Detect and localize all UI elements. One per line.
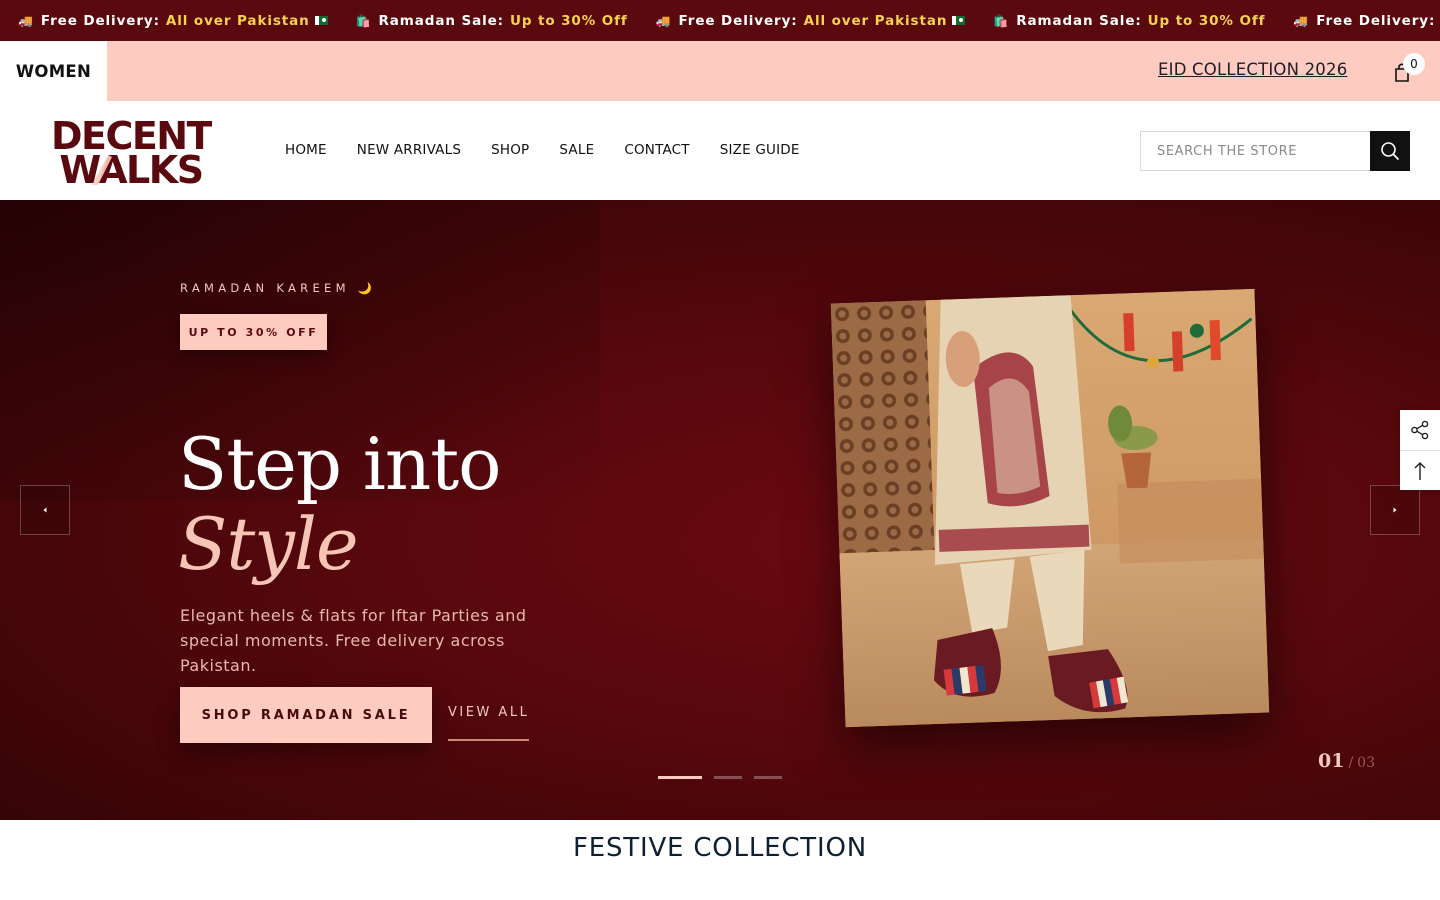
share-button[interactable] [1400, 410, 1440, 450]
announcement-label: Ramadan Sale: [378, 12, 504, 29]
announcement-label: Free Delivery: [678, 12, 798, 29]
search-icon [1381, 142, 1400, 161]
side-tools [1400, 410, 1440, 490]
search-box [1140, 131, 1410, 171]
nav-item-shop[interactable]: SHOP [491, 142, 529, 158]
pakistan-flag-icon [952, 16, 966, 25]
announcement-item: 🚚Free Delivery:All over Pakistan [1293, 13, 1440, 29]
hero-eyebrow: RAMADAN KAREEM 🌙 [180, 281, 377, 295]
announcement-label: Free Delivery: [1316, 12, 1436, 29]
announcement-item: 🚚 Free Delivery: All over Pakistan [18, 13, 328, 29]
nav-item-home[interactable]: HOME [285, 142, 327, 158]
chevron-right-icon [1393, 507, 1397, 513]
announcement-label: Free Delivery: [40, 12, 160, 29]
pakistan-flag-icon [314, 16, 328, 25]
site-header: DECENT WALKS HOME NEW ARRIVALS SHOP SALE CON… [0, 101, 1440, 200]
hero-subtext: Elegant heels & flats for Iftar Parties … [180, 606, 527, 675]
announcement-emoji: 🛍️ [355, 13, 372, 28]
announcement-highlight: All over Pakistan [803, 12, 948, 29]
slider-dots [658, 776, 782, 779]
announcement-highlight: Up to 30% Off [1147, 12, 1266, 29]
slide-separator: / [1348, 755, 1354, 771]
share-icon [1411, 420, 1429, 440]
slider-dot[interactable] [714, 776, 742, 779]
back-to-top-button[interactable] [1400, 450, 1440, 490]
announcement-label: Ramadan Sale: [1016, 12, 1142, 29]
decent-walks-logo[interactable]: DECENT WALKS [50, 117, 212, 185]
nav-item-contact[interactable]: CONTACT [624, 142, 689, 158]
hero-slider: RAMADAN KAREEM 🌙 UP TO 30% OFF Step into… [0, 200, 1440, 820]
search-input[interactable] [1141, 132, 1370, 170]
eid-collection-link[interactable]: EID COLLECTION 2026 [1158, 60, 1347, 79]
shop-ramadan-sale-button[interactable]: SHOP RAMADAN SALE [180, 687, 432, 743]
announcement-highlight: Up to 30% Off [509, 12, 628, 29]
announcement-item: 🛍️ Ramadan Sale: Up to 30% Off [356, 13, 628, 29]
hero-product-image [830, 288, 1270, 728]
announcement-bar: 🚚 Free Delivery: All over Pakistan 🛍️ Ramada… [0, 0, 1440, 41]
sale-badge: UP TO 30% OFF [180, 314, 327, 350]
announcement-emoji: 🛍️ [993, 13, 1010, 28]
view-all-link[interactable]: VIEW ALL [448, 705, 530, 741]
main-navigation: HOME NEW ARRIVALS SHOP SALE CONTACT SIZE GUID… [285, 142, 830, 158]
logo-line2: WALKS [59, 148, 202, 185]
category-women-tab[interactable]: WOMEN [0, 41, 107, 101]
utility-bar: WOMEN EID COLLECTION 2026 0 [0, 41, 1440, 101]
announcement-item: 🚚 Free Delivery: All over Pakistan [656, 13, 966, 29]
slide-current: 01 [1318, 750, 1345, 772]
cart-count-badge: 0 [1403, 53, 1425, 75]
chevron-left-icon [43, 507, 47, 513]
announcement-emoji: 🚚 [1293, 13, 1310, 28]
search-button[interactable] [1370, 131, 1410, 171]
product-photo [830, 288, 1270, 728]
slide-total: 03 [1357, 755, 1375, 771]
slide-counter: 01/03 [1318, 750, 1375, 772]
announcement-track: 🚚 Free Delivery: All over Pakistan 🛍️ Ramada… [18, 0, 1440, 41]
slider-prev-button[interactable] [20, 485, 70, 535]
slider-dot[interactable] [754, 776, 782, 779]
slider-dot[interactable] [658, 776, 702, 779]
slider-next-button[interactable] [1370, 485, 1420, 535]
announcement-emoji: 🚚 [18, 13, 34, 28]
hero-headline-line2: Style [178, 502, 359, 586]
announcement-emoji: 🚚 [655, 13, 672, 28]
nav-item-size-guide[interactable]: SIZE GUIDE [720, 142, 800, 158]
announcement-highlight: All over Pakistan [165, 12, 310, 29]
nav-item-new-arrivals[interactable]: NEW ARRIVALS [357, 142, 461, 158]
festive-collection-heading: FESTIVE COLLECTION [573, 833, 867, 863]
announcement-item: 🛍️ Ramadan Sale: Up to 30% Off [993, 13, 1265, 29]
hero-headline-line1: Step into [178, 422, 502, 506]
arrow-up-icon [1414, 461, 1426, 480]
nav-item-sale[interactable]: SALE [559, 142, 594, 158]
